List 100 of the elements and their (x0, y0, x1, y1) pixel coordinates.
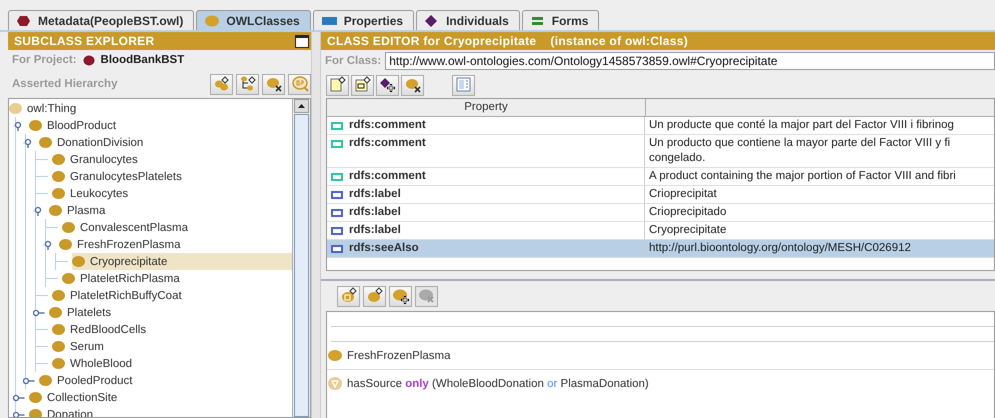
class-icon (49, 307, 62, 318)
tree-item[interactable]: PlateletRichBuffyCoat (52, 287, 186, 304)
tree-item[interactable]: Cryoprecipitate (72, 253, 292, 270)
toolbar-button[interactable] (326, 74, 349, 96)
project-name: BloodBankBST (100, 54, 184, 66)
table-row[interactable]: rdfs:seeAlso http://purl.bioontology.org/ontology/MESH/C026912 (327, 240, 994, 258)
collapsed-handle-icon[interactable] (13, 410, 25, 417)
field-label: For Class: (325, 55, 382, 67)
restriction-text[interactable]: hasSource only (WholeBloodDonation or PlasmaDonation) (347, 378, 649, 390)
collapsed-handle-icon[interactable] (33, 308, 45, 318)
tree-item[interactable]: CollectionSite (29, 389, 122, 406)
class-icon (52, 154, 65, 165)
property-value: Crioprecipitat (648, 187, 718, 202)
table-row[interactable]: rdfs:label Crioprecipitat (327, 186, 994, 204)
class-icon (29, 392, 42, 403)
toolbar-button[interactable] (210, 74, 233, 94)
class-icon (52, 290, 65, 301)
tab[interactable]: Metadata(PeopleBST.owl) (8, 10, 194, 30)
property-name: rdfs:comment (349, 137, 426, 149)
class-icon (52, 341, 65, 352)
class-icon (59, 239, 72, 250)
tab[interactable]: Forms (522, 10, 600, 30)
tab[interactable]: Individuals (416, 10, 520, 30)
class-icon (39, 137, 52, 148)
property-name: rdfs:label (349, 206, 401, 218)
tree-item[interactable]: BloodProduct (29, 117, 120, 134)
tree-item[interactable]: ConvalescentPlasma (62, 219, 192, 236)
label-icon (331, 209, 343, 217)
property-name: rdfs:comment (349, 170, 426, 182)
property-value: Cryoprecipitate (648, 223, 728, 238)
tree-item[interactable]: Leukocytes (52, 185, 132, 202)
collapsed-handle-icon[interactable] (13, 392, 25, 402)
tree-item[interactable]: Granulocytes (52, 151, 142, 168)
tree-item[interactable]: DonationDivision (39, 134, 148, 151)
property-name: rdfs:seeAlso (349, 242, 419, 254)
table-row[interactable]: rdfs:comment Un producte que conté la major part del Factor VIII i fibrinog (327, 117, 994, 135)
class-icon (72, 256, 85, 267)
tab[interactable]: OWLClasses (196, 10, 311, 30)
property-value: A product containing the major portion of Factor VIII and fibri (648, 169, 957, 184)
class-icon (39, 375, 52, 386)
class-icon (29, 409, 42, 417)
class-icon (52, 358, 65, 369)
property-name: rdfs:comment (349, 119, 426, 131)
tree-item[interactable]: Platelets (49, 304, 116, 321)
lines-icon (530, 14, 545, 26)
table-row[interactable]: rdfs:comment A product containing the major portion of Factor VIII and fibri (327, 168, 994, 186)
class-icon (9, 103, 22, 114)
panel-title: CLASS EDITOR for Cryoprecipitate (327, 34, 536, 48)
property-value: Un producte que conté la major part del Factor VIII i fibrinog (648, 118, 955, 133)
table-row[interactable]: rdfs:comment Un producto que contiene la mayor parte del Factor VIII y fi congelado. (327, 135, 994, 168)
diamond-icon (425, 14, 440, 26)
tree-item[interactable]: PlateletRichPlasma (62, 270, 184, 287)
toolbar-button[interactable] (262, 74, 285, 94)
scrollbar[interactable] (292, 99, 310, 417)
label-icon (331, 245, 343, 253)
toolbar-button[interactable] (401, 74, 424, 96)
property-name: rdfs:label (349, 188, 401, 200)
scroll-up-icon[interactable] (294, 99, 309, 113)
toolbar-button[interactable] (236, 74, 259, 94)
toolbar-button[interactable] (351, 74, 374, 96)
comment-icon (331, 140, 343, 148)
tree-item[interactable]: owl:Thing (9, 100, 80, 117)
class-name[interactable]: FreshFrozenPlasma (347, 350, 451, 362)
collapsed-handle-icon[interactable] (23, 376, 35, 386)
circle-icon (205, 14, 220, 26)
class-icon (328, 350, 342, 361)
property-value: http://purl.bioontology.org/ontology/MESH/C026912 (648, 241, 912, 256)
class-icon (62, 222, 75, 233)
class-icon (52, 188, 65, 199)
class-icon (29, 120, 42, 131)
tree-item[interactable]: Serum (52, 338, 108, 355)
panel-subtitle: (instance of owl:Class) (550, 34, 688, 48)
class-icon (62, 273, 75, 284)
tree-item[interactable]: PooledProduct (39, 372, 136, 389)
uri-field[interactable]: http://www.owl-ontologies.com/Ontology1458573859.owl#Cryoprecipitate (385, 52, 995, 70)
project-icon (82, 54, 95, 66)
property-name: rdfs:label (349, 224, 401, 236)
tree-item[interactable]: FreshFrozenPlasma (59, 236, 185, 253)
comment-icon (331, 122, 343, 130)
rectangle-icon (322, 14, 337, 26)
toolbar-button[interactable] (337, 286, 360, 306)
toolbar-button[interactable] (376, 74, 399, 96)
tree-item[interactable]: Plasma (49, 202, 110, 219)
table-row[interactable]: rdfs:label Crioprecipitado (327, 204, 994, 222)
class-icon (49, 205, 62, 216)
field-label: For Project: (12, 54, 77, 66)
tab[interactable]: Properties (312, 10, 414, 30)
class-icon (52, 324, 65, 335)
toolbar-button[interactable] (363, 286, 386, 306)
maximize-icon[interactable] (295, 34, 309, 48)
tree-item[interactable]: WholeBlood (52, 355, 136, 372)
property-value: Crioprecipitado (648, 205, 728, 220)
section-label: Asserted Hierarchy (12, 78, 118, 90)
label-icon (331, 191, 343, 199)
hexagon-icon (17, 14, 31, 26)
toolbar-button[interactable] (389, 286, 412, 306)
tree-item[interactable]: RedBloodCells (52, 321, 150, 338)
comment-icon (331, 173, 343, 181)
label-icon (331, 227, 343, 235)
tree-item[interactable]: GranulocytesPlatelets (52, 168, 186, 185)
